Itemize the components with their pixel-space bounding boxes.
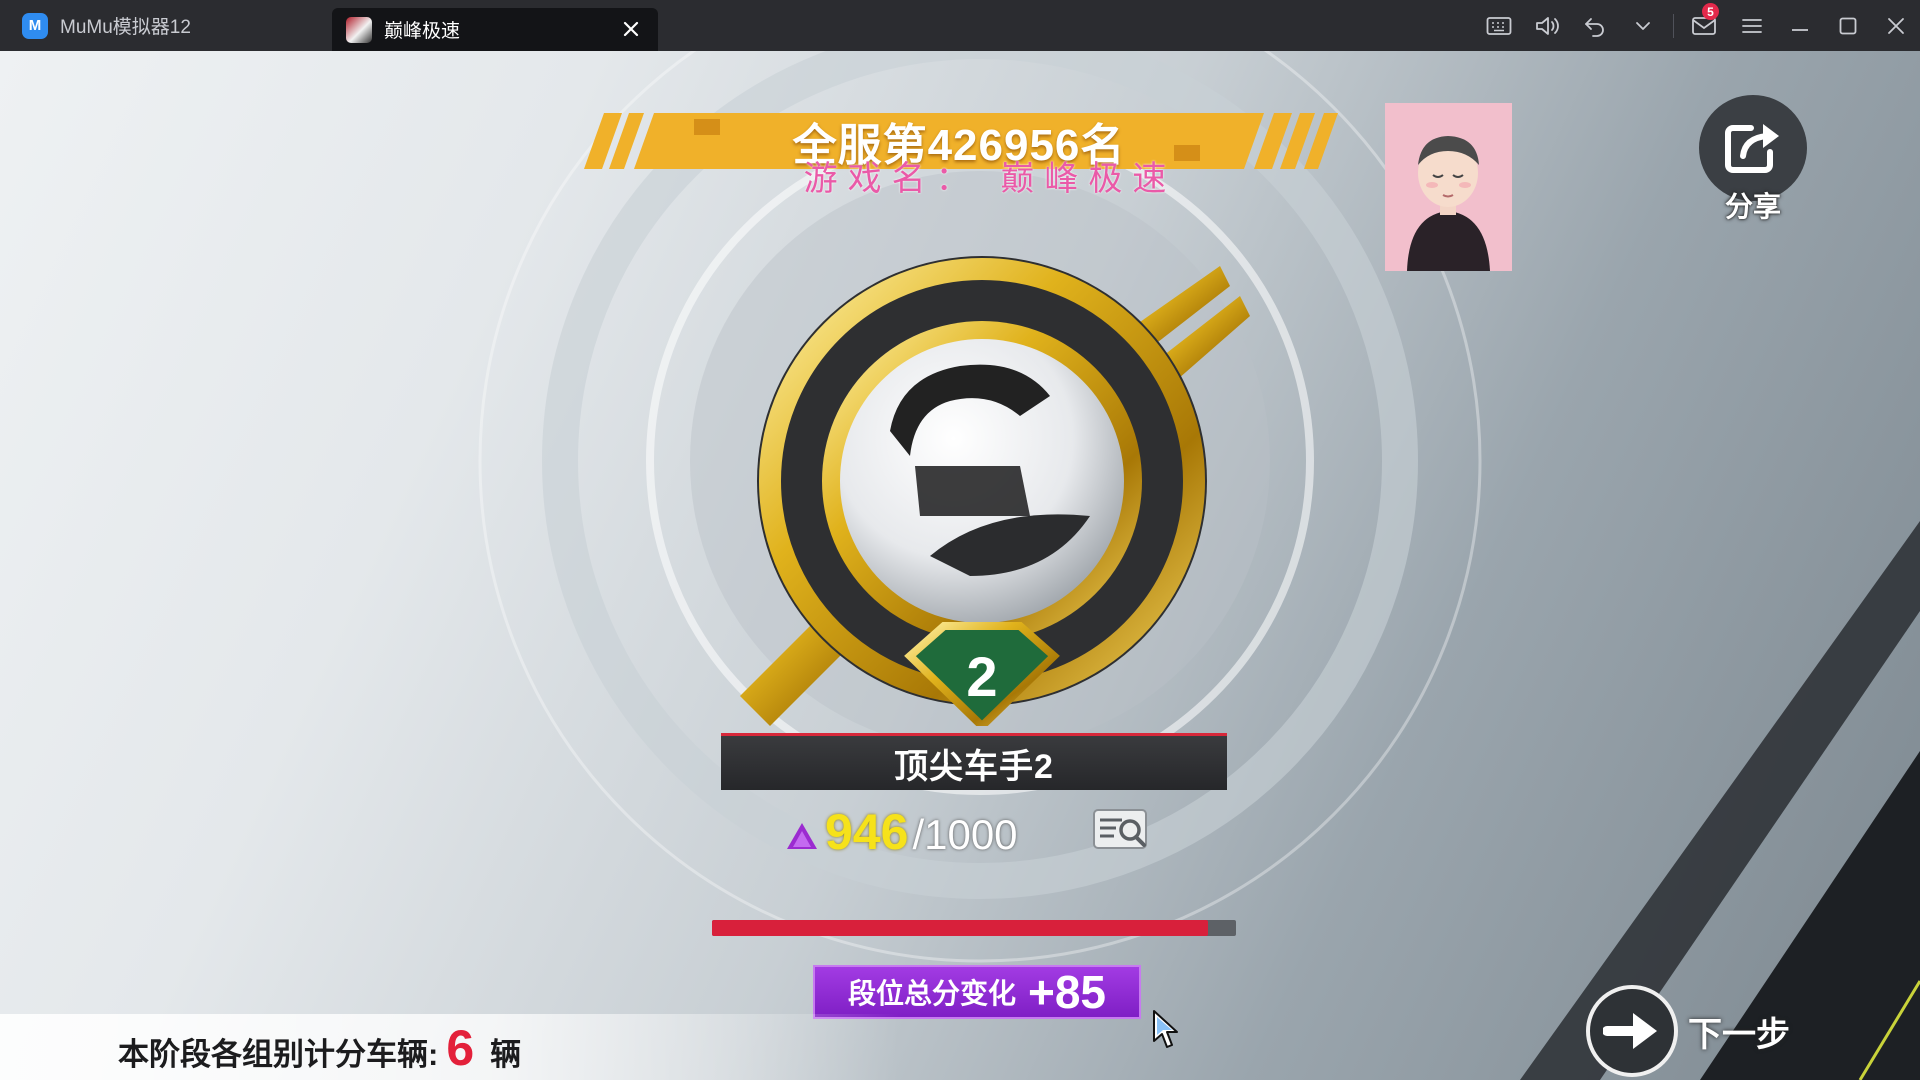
minimize-icon[interactable] xyxy=(1776,0,1824,51)
app-title: MuMu模拟器12 xyxy=(60,17,191,38)
tier-score: 946 / 1000 xyxy=(785,803,1018,863)
next-arrow-icon xyxy=(1586,985,1678,1077)
game-tab-title: 巅峰极速 xyxy=(384,21,461,42)
volume-icon[interactable] xyxy=(1523,0,1571,51)
app-home-tab[interactable]: M MuMu模拟器12 xyxy=(0,0,332,51)
score-change-badge: 段位总分变化 +85 xyxy=(813,965,1141,1019)
close-window-icon[interactable] xyxy=(1872,0,1920,51)
emulator-titlebar: M MuMu模拟器12 巅峰极速 5 xyxy=(0,0,1920,51)
vehicle-count-label: 本阶段各组别计分车辆: xyxy=(118,1037,439,1072)
keyboard-icon[interactable] xyxy=(1475,0,1523,51)
score-max: 1000 xyxy=(924,811,1018,858)
window-toolbar: 5 xyxy=(1475,0,1920,51)
mouse-cursor-icon xyxy=(1153,1010,1178,1048)
toolbar-divider xyxy=(1673,13,1674,38)
tier-progress-fill xyxy=(712,920,1208,936)
mail-icon[interactable]: 5 xyxy=(1680,0,1728,51)
score-detail-icon[interactable] xyxy=(1092,808,1152,852)
vehicle-count-unit: 辆 xyxy=(490,1037,522,1072)
score-change-value: +85 xyxy=(1027,966,1107,1018)
game-app-icon xyxy=(346,16,372,43)
undo-icon[interactable] xyxy=(1571,0,1619,51)
close-tab-icon[interactable] xyxy=(618,16,644,42)
vehicle-count-number: 6 xyxy=(446,1020,475,1076)
tier-name-bar: 顶尖车手2 xyxy=(721,733,1227,790)
vehicle-count: 本阶段各组别计分车辆: 6 辆 xyxy=(118,1019,521,1077)
menu-icon[interactable] xyxy=(1728,0,1776,51)
score-change-label: 段位总分变化 xyxy=(847,978,1016,1009)
game-tab[interactable]: 巅峰极速 xyxy=(332,8,658,51)
player-avatar[interactable] xyxy=(1385,103,1512,271)
tier-emblem-icon: 2 xyxy=(740,256,1250,726)
share-label: 分享 xyxy=(1724,191,1781,222)
mail-count-badge: 5 xyxy=(1702,3,1719,20)
mumu-logo-icon: M xyxy=(22,12,48,39)
chevron-down-icon[interactable] xyxy=(1619,0,1667,51)
game-name-watermark: 游戏名： 巅峰极速 xyxy=(803,159,1177,199)
tier-progress-bar xyxy=(712,920,1236,936)
game-viewport: 全服第426956名 游戏名： 巅峰极速 分享 2 顶尖车手2 946 / 10… xyxy=(0,51,1920,1080)
share-button[interactable]: 分享 xyxy=(1698,95,1808,225)
maximize-icon[interactable] xyxy=(1824,0,1872,51)
share-icon xyxy=(1725,124,1779,173)
score-up-arrow-icon xyxy=(787,823,817,849)
score-current: 946 xyxy=(825,804,909,860)
tier-name: 顶尖车手2 xyxy=(894,747,1054,786)
score-separator: / xyxy=(912,811,925,858)
next-step-label: 下一步 xyxy=(1688,1015,1790,1054)
tier-level-text: 2 xyxy=(966,645,997,708)
next-step-button[interactable]: 下一步 xyxy=(1586,985,1790,1077)
